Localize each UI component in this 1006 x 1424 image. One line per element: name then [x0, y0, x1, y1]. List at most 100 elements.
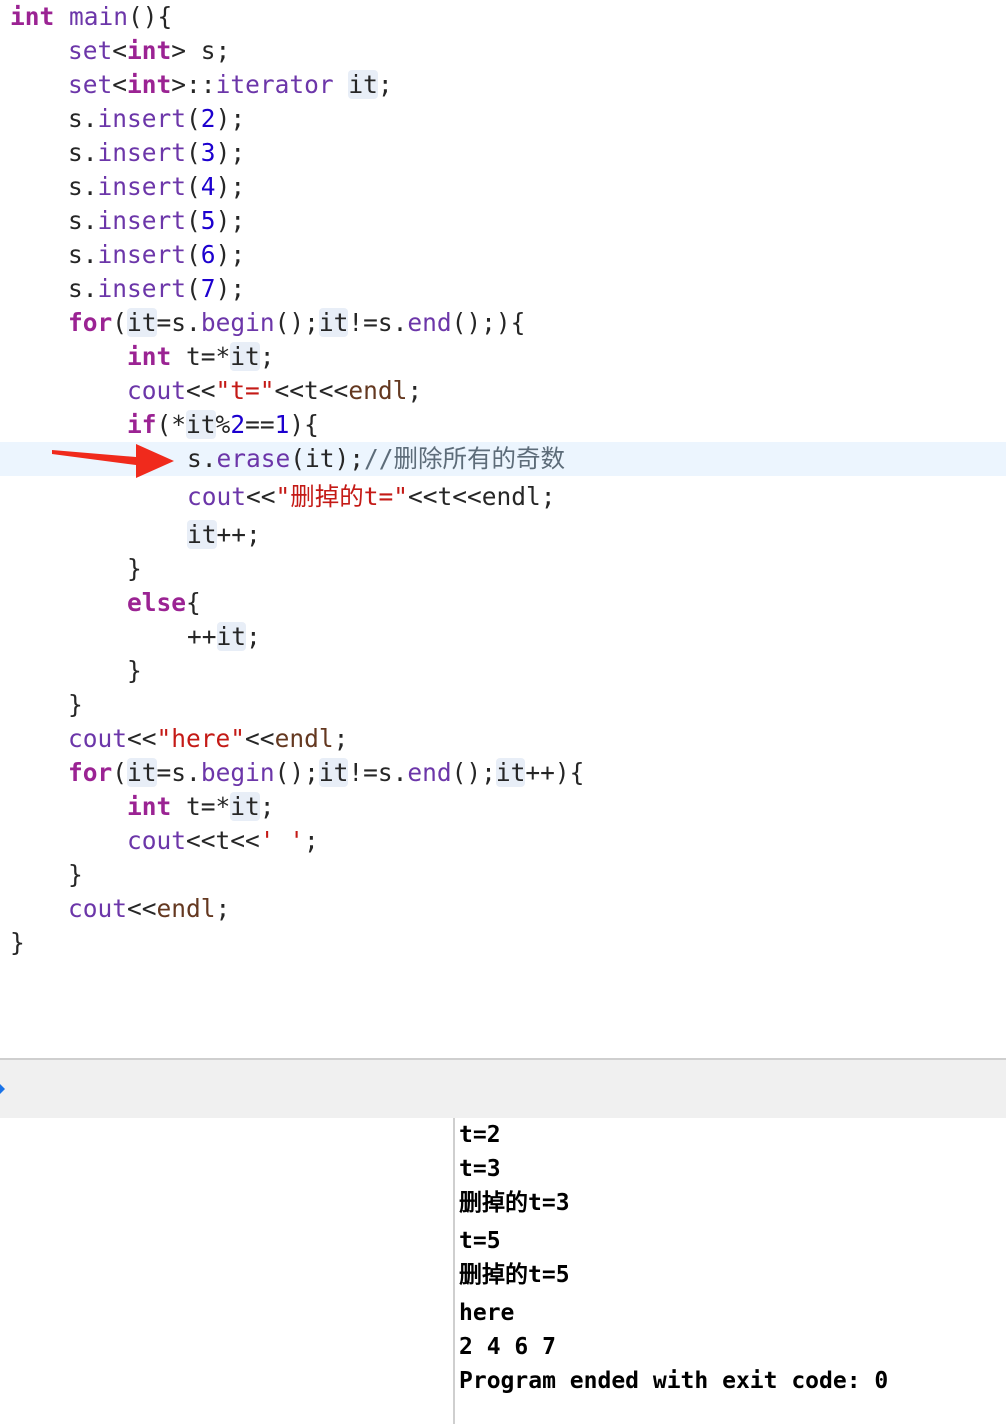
token-variable: it [216, 622, 247, 651]
code-line-3: set<int>::iterator it; [0, 68, 1006, 102]
token-text: ; [304, 826, 319, 855]
token-string: "here" [156, 724, 246, 753]
token-identifier: cout [127, 376, 187, 405]
debug-bar[interactable] [0, 1058, 1006, 1120]
token-text: s. [68, 206, 98, 235]
token-text: % [215, 410, 231, 439]
code-line-1: int main(){ [0, 0, 1006, 34]
token-keyword: else [127, 588, 187, 617]
token-text: ( [186, 138, 201, 167]
token-text: (); [451, 758, 496, 787]
console-line: t=2 [459, 1122, 501, 1148]
token-text: s. [187, 444, 217, 473]
token-text: ( [186, 104, 201, 133]
code-line-5: s.insert(3); [0, 136, 1006, 170]
token-keyword: int [127, 70, 172, 99]
token-text: t=* [171, 342, 231, 371]
code-line-25: cout<<t<<' '; [0, 824, 1006, 858]
token-text: ; [259, 342, 275, 371]
code-line-16: it++; [0, 518, 1006, 552]
code-line-4: s.insert(2); [0, 102, 1006, 136]
token-text: << [245, 724, 275, 753]
token-function: begin [200, 758, 275, 787]
token-string: "t=" [215, 376, 275, 405]
token-keyword: if [127, 410, 157, 439]
token-identifier: cout [68, 724, 128, 753]
token-function: end [407, 758, 452, 787]
token-text: ); [215, 206, 246, 235]
console-line: t=3 [459, 1156, 501, 1182]
code-line-27: cout<<endl; [0, 892, 1006, 926]
token-number: 6 [200, 240, 216, 269]
code-line-9: s.insert(7); [0, 272, 1006, 306]
token-text: << [127, 724, 157, 753]
token-number: 1 [274, 410, 290, 439]
token-text: ( [186, 274, 201, 303]
token-text: ; [407, 376, 423, 405]
token-function: begin [200, 308, 275, 337]
token-text: ); [215, 240, 246, 269]
token-number: 2 [200, 104, 216, 133]
token-variable: it [230, 792, 260, 821]
token-text: ++; [216, 520, 261, 549]
console-line: 删掉的t=5 [459, 1262, 570, 1288]
token-number: 5 [200, 206, 216, 235]
token-text: << [127, 894, 157, 923]
code-line-13: if(*it%2==1){ [0, 408, 1006, 442]
token-text: (); [274, 308, 319, 337]
token-text: <<t<<endl; [408, 482, 556, 511]
code-line-19: ++it; [0, 620, 1006, 654]
debug-indicator-icon[interactable] [0, 1084, 5, 1094]
code-line-8: s.insert(6); [0, 238, 1006, 272]
code-line-26: } [0, 858, 1006, 892]
token-function: end [407, 308, 452, 337]
token-text: (it); [290, 444, 365, 473]
console-line: t=5 [459, 1228, 501, 1254]
code-line-10: for(it=s.begin();it!=s.end();){ [0, 306, 1006, 340]
token-text: !=s. [348, 308, 408, 337]
token-keyword: int [10, 2, 55, 31]
token-text: ();){ [451, 308, 526, 337]
token-text: ( [186, 206, 201, 235]
token-variable: it [495, 758, 526, 787]
token-function: main [69, 2, 129, 31]
token-text: t=* [171, 792, 231, 821]
code-line-12: cout<<"t="<<t<<endl; [0, 374, 1006, 408]
code-line-2: set<int> s; [0, 34, 1006, 68]
token-text: ( [112, 758, 128, 787]
token-text: ; [215, 894, 231, 923]
token-string: "删掉的t=" [275, 482, 409, 511]
token-class: set [68, 36, 113, 65]
token-text: ++ [187, 622, 217, 651]
token-function: insert [97, 172, 187, 201]
console-line: Program ended with exit code: 0 [459, 1368, 889, 1394]
token-text: s. [68, 104, 98, 133]
token-keyword: int [127, 342, 172, 371]
token-type: iterator [215, 70, 334, 99]
token-text: ); [215, 274, 246, 303]
token-identifier: endl [274, 724, 334, 753]
token-variable: it [186, 410, 216, 439]
token-text: ( [186, 172, 201, 201]
token-text: ( [186, 240, 201, 269]
token-keyword: int [127, 792, 172, 821]
console-output[interactable]: t=2 t=3 删掉的t=3 t=5 删掉的t=5 here 2 4 6 7 P… [455, 1118, 1006, 1424]
variables-pane[interactable] [0, 1118, 453, 1424]
token-number: 2 [230, 410, 246, 439]
token-variable: it [127, 758, 157, 787]
token-text: (); [274, 758, 319, 787]
token-keyword: for [68, 308, 113, 337]
token-variable: it [348, 70, 378, 99]
token-variable: it [127, 308, 157, 337]
token-text: s. [68, 274, 98, 303]
code-editor[interactable]: int main(){ set<int> s; set<int>::iterat… [0, 0, 1006, 1058]
token-comment: //删除所有的奇数 [364, 444, 566, 473]
token-text: s. [68, 172, 98, 201]
token-text: } [10, 928, 25, 957]
code-line-15: cout<<"删掉的t="<<t<<endl; [0, 480, 1006, 514]
token-text: >:: [171, 70, 216, 99]
token-text: ; [333, 724, 349, 753]
code-line-23: for(it=s.begin();it!=s.end();it++){ [0, 756, 1006, 790]
token-identifier: cout [68, 894, 128, 923]
